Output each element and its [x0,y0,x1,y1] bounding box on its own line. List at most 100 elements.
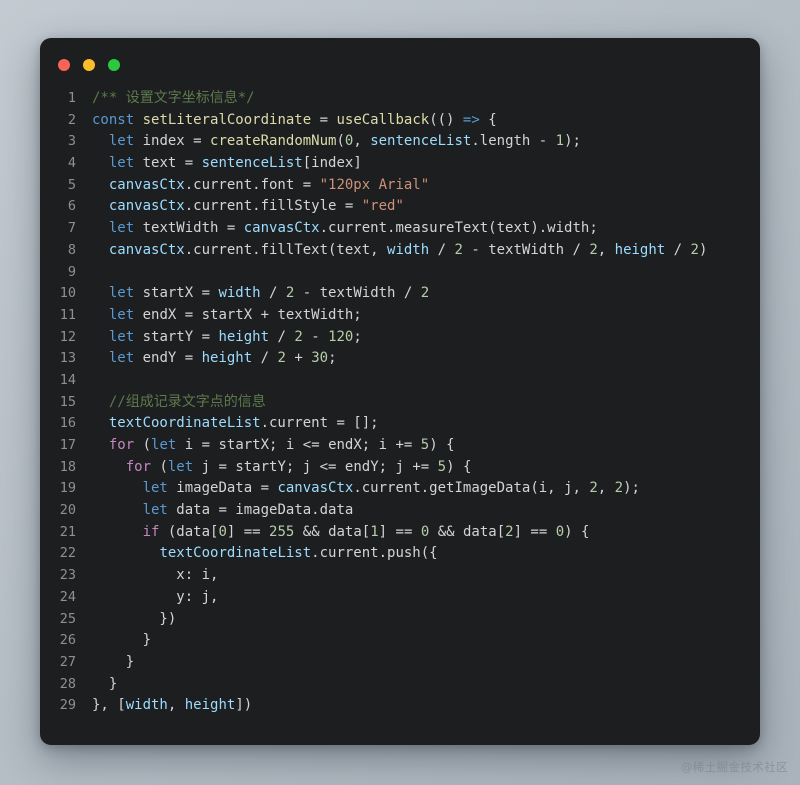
code-token: for [108,437,135,453]
code-line[interactable]: 27 } [40,652,760,674]
code-line[interactable]: 29}, [width, height]) [40,695,760,717]
code-token: <= [302,437,329,453]
code-line[interactable]: 15 //组成记录文字点的信息 [40,392,760,414]
close-button[interactable] [58,59,70,71]
code-token: / [429,241,455,258]
code-line[interactable]: 13 let endY = height / 2 + 30; [40,348,760,370]
code-token: let [108,306,135,323]
code-token: let [108,133,135,150]
code-line[interactable]: 4 let text = sentenceList[index] [40,153,760,175]
code-line[interactable]: 22 textCoordinateList.current.push({ [40,543,760,565]
code-line[interactable]: 11 let endX = startX + textWidth; [40,305,760,327]
code-token: width [387,241,430,258]
code-token: .current. [319,220,396,237]
code-line[interactable]: 24 y: j, [40,587,760,609]
code-token: let [108,220,135,237]
maximize-button[interactable] [108,59,120,71]
code-token: canvasCtx [277,480,354,497]
window-titlebar [40,38,760,84]
code-token: sentenceList [370,133,472,150]
code-token: 0 [555,523,565,540]
line-number: 11 [59,306,76,323]
code-token: startX + textWidth; [201,306,362,323]
code-line[interactable]: 25 }) [40,609,760,631]
code-token: 2 [614,480,624,497]
code-line[interactable]: 12 let startY = height / 2 - 120; [40,327,760,349]
code-line[interactable]: 16 textCoordinateList.current = []; [40,413,760,435]
code-token: ]) [235,697,253,714]
line-content: } [92,674,760,696]
line-content: /** 设置文字坐标信息*/ [92,88,760,110]
code-line[interactable]: 19 let imageData = canvasCtx.current.get… [40,478,760,500]
minimize-button[interactable] [83,59,95,71]
code-token: startY; j [235,458,320,475]
code-token: + [285,350,312,367]
line-content: y: j, [92,587,760,609]
watermark: @稀土掘金技术社区 [680,760,788,774]
code-token: startX [134,285,202,302]
code-token: ] [378,523,396,540]
line-number: 24 [59,588,76,605]
code-line[interactable]: 9 [40,262,760,284]
code-token: let [108,155,135,172]
line-content: let imageData = canvasCtx.current.getIma… [92,478,760,500]
code-token: if [142,523,160,540]
code-line[interactable]: 8 canvasCtx.current.fillText(text, width… [40,240,760,262]
code-token: / [665,241,691,258]
code-token: = [260,480,278,497]
code-token: ) { [564,523,590,540]
code-line[interactable]: 18 for (let j = startY; j <= endY; j += … [40,457,760,479]
line-content: textCoordinateList.current = []; [92,413,760,435]
line-content: //组成记录文字点的信息 [92,392,760,414]
code-line[interactable]: 10 let startX = width / 2 - textWidth / … [40,283,760,305]
code-token: width [218,285,261,302]
code-line[interactable]: 7 let textWidth = canvasCtx.current.meas… [40,218,760,240]
line-content: if (data[0] == 255 && data[1] == 0 && da… [92,522,760,544]
code-token: ] [513,523,531,540]
line-number: 2 [67,111,76,128]
code-token: 2 [690,241,699,258]
code-token: let [151,437,177,453]
line-number: 4 [67,155,76,172]
code-token: const [92,111,135,128]
code-editor[interactable]: 1 /** 设置文字坐标信息*/ 2 const setLiteralCoordina… [40,84,760,745]
code-token: == [530,523,556,540]
code-line[interactable]: 6 canvasCtx.current.fillStyle = "red" [40,196,760,218]
code-token: for [125,458,152,475]
code-line[interactable]: 5 canvasCtx.current.font = "120px Arial" [40,175,760,197]
code-token: textWidth [134,220,227,237]
code-token: += [395,437,421,453]
code-token: data [167,502,219,519]
code-line[interactable]: 28 } [40,674,760,696]
code-token: ) { [429,437,455,453]
line-number: 14 [59,371,76,388]
code-line[interactable]: 21 if (data[0] == 255 && data[1] == 0 &&… [40,522,760,544]
line-number: 6 [67,198,76,215]
code-token: ; [328,350,337,367]
code-line[interactable]: 3 let index = createRandomNum(0, sentenc… [40,131,760,153]
code-token: y: j, [92,588,219,605]
code-token: endX [134,306,185,323]
line-content: canvasCtx.current.font = "120px Arial" [92,175,760,197]
code-line[interactable]: 23 x: i, [40,565,760,587]
code-line[interactable]: 26 } [40,630,760,652]
line-number: 1 [67,90,76,106]
code-token: && [302,523,320,540]
code-line[interactable]: 20 let data = imageData.data [40,500,760,522]
code-line[interactable]: 2 const setLiteralCoordinate = useCallbac… [40,110,760,132]
code-line[interactable]: 17 for (let i = startX; i <= endX; i += … [40,435,760,457]
code-token: = [184,306,202,323]
line-number: 10 [59,285,76,302]
line-content: let startX = width / 2 - textWidth / 2 [92,283,760,305]
line-content: for (let j = startY; j <= endY; j += 5) … [92,457,760,479]
line-content: let endX = startX + textWidth; [92,305,760,327]
code-line[interactable]: 14 [40,370,760,392]
code-token: height [201,350,253,367]
code-line[interactable]: 1 /** 设置文字坐标信息*/ [40,88,760,110]
